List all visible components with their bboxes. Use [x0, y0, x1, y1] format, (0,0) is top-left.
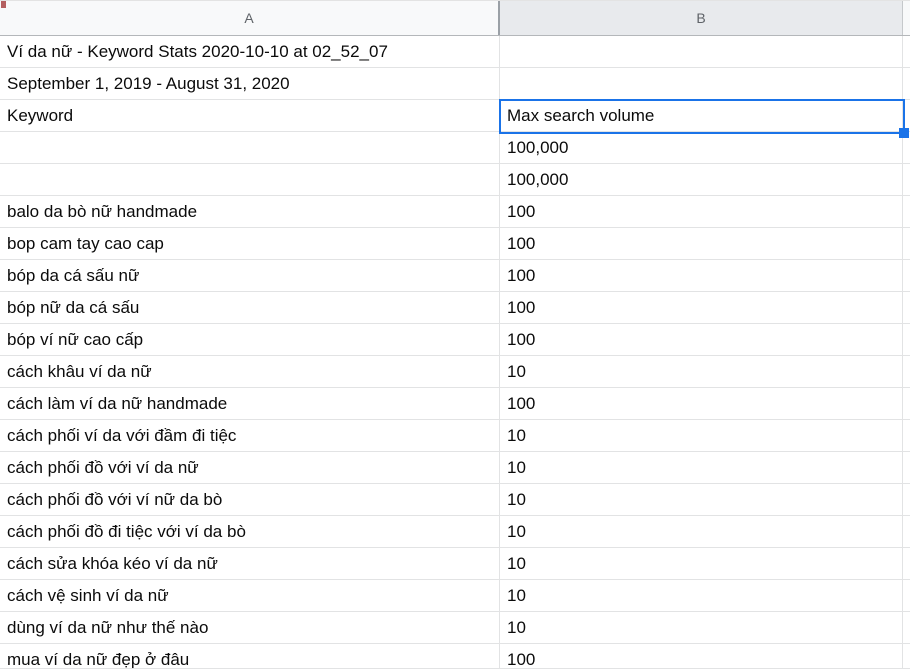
volume-cell[interactable]: 100 [500, 644, 903, 669]
spreadsheet-grid: A B Ví da nữ - Keyword Stats 2020-10-10 … [0, 0, 910, 669]
cell[interactable] [903, 324, 910, 356]
table-row: Ví da nữ - Keyword Stats 2020-10-10 at 0… [0, 36, 910, 68]
table-row: mua ví da nữ đẹp ở đâu100 [0, 644, 910, 669]
column-header-row: A B [0, 0, 910, 36]
cell[interactable] [903, 548, 910, 580]
keyword-cell[interactable]: bóp da cá sấu nữ [0, 260, 500, 292]
table-row: cách làm ví da nữ handmade100 [0, 388, 910, 420]
volume-cell[interactable]: 10 [500, 548, 903, 580]
volume-cell[interactable]: 100 [500, 388, 903, 420]
cell[interactable] [903, 580, 910, 612]
keyword-cell[interactable]: cách phối ví da với đầm đi tiệc [0, 420, 500, 452]
table-row: cách phối ví da với đầm đi tiệc10 [0, 420, 910, 452]
keyword-cell[interactable]: cách khâu ví da nữ [0, 356, 500, 388]
table-row: cách phối đồ đi tiệc với ví da bò10 [0, 516, 910, 548]
cell[interactable] [903, 260, 910, 292]
volume-cell[interactable]: 10 [500, 484, 903, 516]
table-row: dùng ví da nữ như thế nào10 [0, 612, 910, 644]
keyword-cell[interactable]: mua ví da nữ đẹp ở đâu [0, 644, 500, 669]
table-row: cách phối đồ với ví nữ da bò10 [0, 484, 910, 516]
table-row: cách phối đồ với ví da nữ10 [0, 452, 910, 484]
volume-cell[interactable]: 10 [500, 580, 903, 612]
keyword-cell[interactable]: bóp nữ da cá sấu [0, 292, 500, 324]
keyword-cell[interactable]: Keyword [0, 100, 500, 132]
table-row: bop cam tay cao cap100 [0, 228, 910, 260]
red-corner-marker [1, 1, 6, 8]
cell[interactable] [903, 516, 910, 548]
volume-cell[interactable] [500, 36, 903, 68]
table-row: bóp da cá sấu nữ100 [0, 260, 910, 292]
table-row: 100,000 [0, 132, 910, 164]
volume-cell selected-cell[interactable]: Max search volume [500, 100, 903, 132]
table-row: cách sửa khóa kéo ví da nữ10 [0, 548, 910, 580]
volume-cell[interactable]: 10 [500, 356, 903, 388]
cell[interactable] [903, 164, 910, 196]
volume-cell[interactable]: 10 [500, 452, 903, 484]
table-row: 100,000 [0, 164, 910, 196]
table-row: KeywordMax search volume [0, 100, 910, 132]
cell[interactable] [903, 420, 910, 452]
cell[interactable] [903, 612, 910, 644]
table-row: cách vệ sinh ví da nữ10 [0, 580, 910, 612]
table-row: September 1, 2019 - August 31, 2020 [0, 68, 910, 100]
keyword-cell[interactable] [0, 132, 500, 164]
table-row: cách khâu ví da nữ10 [0, 356, 910, 388]
volume-cell[interactable]: 100 [500, 260, 903, 292]
column-header-a[interactable]: A [0, 1, 500, 35]
keyword-cell[interactable]: cách phối đồ với ví nữ da bò [0, 484, 500, 516]
cell[interactable] [903, 388, 910, 420]
cell[interactable] [903, 292, 910, 324]
cell[interactable] [903, 228, 910, 260]
cell[interactable] [903, 484, 910, 516]
keyword-cell[interactable]: bóp ví nữ cao cấp [0, 324, 500, 356]
volume-cell[interactable]: 10 [500, 420, 903, 452]
cell[interactable] [903, 36, 910, 68]
keyword-cell[interactable]: cách làm ví da nữ handmade [0, 388, 500, 420]
cell[interactable] [903, 196, 910, 228]
table-row: bóp nữ da cá sấu100 [0, 292, 910, 324]
cell[interactable] [903, 452, 910, 484]
keyword-cell[interactable]: bop cam tay cao cap [0, 228, 500, 260]
volume-cell[interactable]: 100 [500, 228, 903, 260]
volume-cell[interactable] [500, 68, 903, 100]
cell[interactable] [903, 356, 910, 388]
column-header-c-partial[interactable] [903, 1, 910, 35]
fill-handle[interactable] [899, 128, 909, 138]
volume-cell[interactable]: 100,000 [500, 132, 903, 164]
volume-cell[interactable]: 10 [500, 516, 903, 548]
volume-cell[interactable]: 100 [500, 196, 903, 228]
keyword-cell[interactable]: Ví da nữ - Keyword Stats 2020-10-10 at 0… [0, 36, 500, 68]
table-row: bóp ví nữ cao cấp100 [0, 324, 910, 356]
volume-cell[interactable]: 100 [500, 292, 903, 324]
keyword-cell[interactable] [0, 164, 500, 196]
volume-cell[interactable]: 10 [500, 612, 903, 644]
volume-cell[interactable]: 100,000 [500, 164, 903, 196]
column-header-b[interactable]: B [500, 1, 903, 35]
keyword-cell[interactable]: balo da bò nữ handmade [0, 196, 500, 228]
keyword-cell[interactable]: cách phối đồ đi tiệc với ví da bò [0, 516, 500, 548]
cell[interactable] [903, 644, 910, 669]
table-row: balo da bò nữ handmade100 [0, 196, 910, 228]
keyword-cell[interactable]: cách vệ sinh ví da nữ [0, 580, 500, 612]
keyword-cell[interactable]: dùng ví da nữ như thế nào [0, 612, 500, 644]
cell[interactable] [903, 68, 910, 100]
keyword-cell[interactable]: cách phối đồ với ví da nữ [0, 452, 500, 484]
volume-cell[interactable]: 100 [500, 324, 903, 356]
keyword-cell[interactable]: cách sửa khóa kéo ví da nữ [0, 548, 500, 580]
keyword-cell[interactable]: September 1, 2019 - August 31, 2020 [0, 68, 500, 100]
